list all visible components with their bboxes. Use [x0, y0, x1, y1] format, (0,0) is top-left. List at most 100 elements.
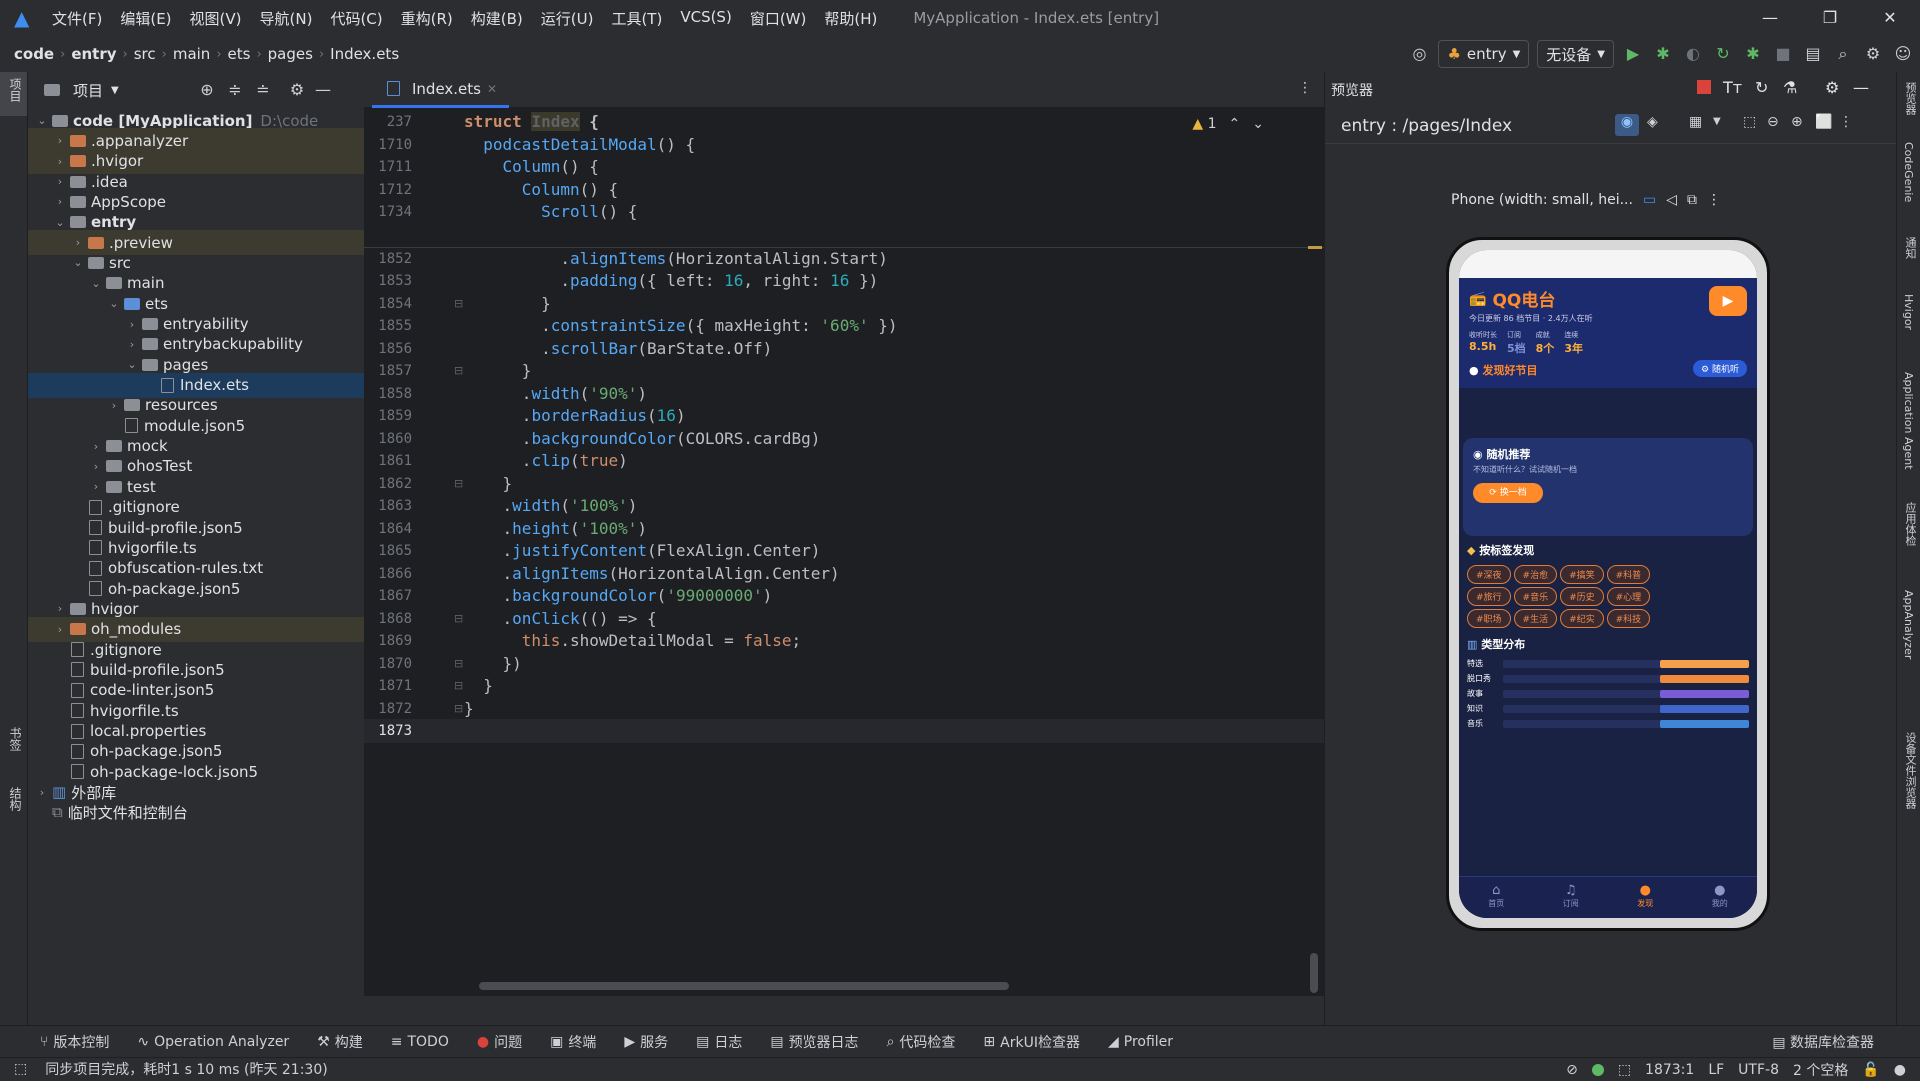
menu-item[interactable]: 构建(B)	[471, 8, 523, 29]
bottom-tool-button[interactable]: ▤ 预览器日志	[770, 1032, 858, 1052]
lock-icon[interactable]: 🔓	[1862, 1062, 1879, 1078]
tab-index-ets[interactable]: Index.ets ✕	[372, 72, 510, 108]
bottom-tool-button[interactable]: ◢ Profiler	[1108, 1034, 1173, 1050]
app-tab[interactable]: ● 我的	[1683, 877, 1758, 918]
fold-marker-icon[interactable]: ⊟	[454, 364, 463, 377]
chevron-down-icon[interactable]: ⌄	[106, 297, 122, 310]
code-line[interactable]: }	[464, 474, 513, 493]
project-tool-button[interactable]: 项目	[0, 72, 27, 116]
tag-chip[interactable]: #深夜	[1467, 565, 1511, 584]
fit-icon[interactable]: ⬚	[1743, 114, 1756, 130]
code-line[interactable]: .constraintSize({ maxHeight: '60%' })	[464, 316, 897, 335]
bottom-tool-button[interactable]: ⑂ 版本控制	[40, 1032, 109, 1052]
column-mode-icon[interactable]: ⬚	[1618, 1062, 1631, 1078]
chevron-right-icon[interactable]: ›	[52, 155, 68, 168]
chevron-right-icon[interactable]: ›	[52, 623, 68, 636]
code-editor[interactable]: 1851 .width('100%')1852 .alignItems(Hori…	[364, 108, 1324, 996]
code-line[interactable]: .backgroundColor('99000000')	[464, 586, 773, 605]
fold-marker-icon[interactable]: ⊟	[454, 297, 463, 310]
tag-chip[interactable]: #生活	[1513, 609, 1558, 628]
close-button[interactable]: ✕	[1860, 0, 1920, 36]
code-line[interactable]: .onClick(() => {	[464, 609, 657, 628]
tag-chip[interactable]: #旅行	[1467, 587, 1511, 606]
right-tool-button[interactable]: AppAnalyzer	[1902, 590, 1915, 659]
fold-marker-icon[interactable]: ⊟	[454, 657, 463, 670]
locate-icon[interactable]: ⊕	[196, 79, 218, 101]
font-size-icon[interactable]: Tт	[1723, 78, 1742, 97]
phone-screen[interactable]: 📻 QQ电台 今日更新 86 档节目 · 2.4万人在听 收听时长 8.5h 订阅 5…	[1459, 250, 1757, 918]
expand-all-icon[interactable]: ≑	[224, 79, 246, 101]
line-separator[interactable]: LF	[1708, 1062, 1724, 1078]
zoom-out-icon[interactable]: ⊖	[1767, 114, 1779, 130]
read-only-icon[interactable]: ⊘	[1566, 1062, 1578, 1078]
run-icon[interactable]: ▶	[1622, 43, 1644, 65]
menu-item[interactable]: 窗口(W)	[750, 8, 807, 29]
bottom-tool-button[interactable]: ∿ Operation Analyzer	[137, 1034, 289, 1050]
tag-chip[interactable]: #历史	[1560, 587, 1604, 606]
menu-item[interactable]: 工具(T)	[611, 8, 662, 29]
chevron-right-icon[interactable]: ›	[88, 480, 104, 493]
gear-icon[interactable]: ⚙	[286, 79, 308, 101]
ruler-icon[interactable]: ⋮	[1839, 114, 1853, 130]
tag-chip[interactable]: #纪实	[1560, 609, 1604, 628]
chevron-right-icon[interactable]: ›	[124, 318, 140, 331]
layers-icon[interactable]: ◈	[1647, 114, 1658, 130]
project-structure-icon[interactable]: ▤	[1802, 43, 1824, 65]
code-line[interactable]: this.showDetailModal = false;	[464, 631, 801, 650]
minimize-button[interactable]: —	[1740, 0, 1800, 36]
chevron-down-icon[interactable]: ▼	[1713, 116, 1721, 127]
search-icon[interactable]: ⌕	[1832, 43, 1854, 65]
code-line[interactable]: .justifyContent(FlexAlign.Center)	[464, 541, 821, 560]
panel-toggle-icon[interactable]: ⬚	[14, 1061, 27, 1077]
hide-icon[interactable]: —	[1853, 78, 1869, 97]
code-line[interactable]: .clip(true)	[464, 451, 628, 470]
sticky-code-line[interactable]: podcastDetailModal() {	[464, 135, 695, 154]
refresh-icon[interactable]: ↻	[1755, 78, 1768, 97]
breadcrumb-item[interactable]: pages	[268, 45, 313, 63]
code-line[interactable]: .padding({ left: 16, right: 16 })	[464, 271, 878, 290]
bottom-tool-button[interactable]: ⌕ 代码检查	[887, 1032, 956, 1052]
target-icon[interactable]: ◎	[1408, 43, 1430, 65]
breadcrumb-item[interactable]: src	[134, 45, 156, 63]
grid-icon[interactable]: ▦	[1689, 114, 1702, 130]
fold-marker-icon[interactable]: ⊟	[454, 477, 463, 490]
tag-chip[interactable]: #音乐	[1513, 587, 1558, 606]
breadcrumb-item[interactable]: Index.ets	[330, 45, 399, 63]
bottom-tool-button[interactable]: ⚒ 构建	[317, 1032, 363, 1052]
code-line[interactable]: .scrollBar(BarState.Off)	[464, 339, 772, 358]
warning-marker[interactable]	[1308, 246, 1322, 249]
bottom-tool-button[interactable]: ▣ 终端	[550, 1032, 596, 1052]
tag-chip[interactable]: #心理	[1606, 587, 1651, 606]
code-line[interactable]: .alignItems(HorizontalAlign.Center)	[464, 564, 840, 583]
close-tab-icon[interactable]: ✕	[487, 82, 497, 96]
status-message[interactable]: 同步项目完成，耗时1 s 10 ms (昨天 21:30)	[45, 1059, 327, 1079]
tag-chip[interactable]: #科普	[1606, 565, 1651, 584]
code-line[interactable]: }	[464, 361, 532, 380]
previous-highlight-icon[interactable]: ⌃	[1229, 116, 1241, 132]
cursor-position[interactable]: 1873:1	[1645, 1062, 1694, 1078]
right-tool-button[interactable]: 设备文件浏览器	[1902, 732, 1918, 809]
breadcrumb-item[interactable]: main	[173, 45, 210, 63]
maximize-button[interactable]: ❐	[1800, 0, 1860, 36]
code-line[interactable]: }	[464, 699, 474, 718]
menu-item[interactable]: VCS(S)	[680, 8, 731, 29]
zoom-in-icon[interactable]: ⊕	[1791, 114, 1803, 130]
hide-icon[interactable]: —	[312, 79, 334, 101]
device-icon[interactable]: ▭	[1643, 192, 1656, 208]
status-ok-icon[interactable]	[1591, 1063, 1604, 1076]
right-tool-button[interactable]: Application Agent	[1902, 372, 1915, 470]
code-line[interactable]: .width('100%')	[464, 496, 638, 515]
notifications-icon[interactable]: ●	[1894, 1062, 1906, 1078]
random-listen-button[interactable]: ⚙ 随机听	[1693, 360, 1747, 377]
bottom-tool-button[interactable]: ⊞ ArkUI检查器	[983, 1032, 1080, 1052]
code-line[interactable]: .height('100%')	[464, 519, 648, 538]
code-line[interactable]: })	[464, 654, 522, 673]
chevron-down-icon[interactable]: ▼	[111, 85, 119, 96]
account-icon[interactable]: ☺	[1892, 43, 1914, 65]
chevron-right-icon[interactable]: ›	[106, 399, 122, 412]
code-line[interactable]: }	[464, 294, 551, 313]
right-tool-button[interactable]: 应用体检	[1902, 502, 1918, 546]
code-line[interactable]: .backgroundColor(COLORS.cardBg)	[464, 429, 821, 448]
attach-debugger-icon[interactable]: ✱	[1742, 43, 1764, 65]
chevron-down-icon[interactable]: ⌄	[124, 358, 140, 371]
